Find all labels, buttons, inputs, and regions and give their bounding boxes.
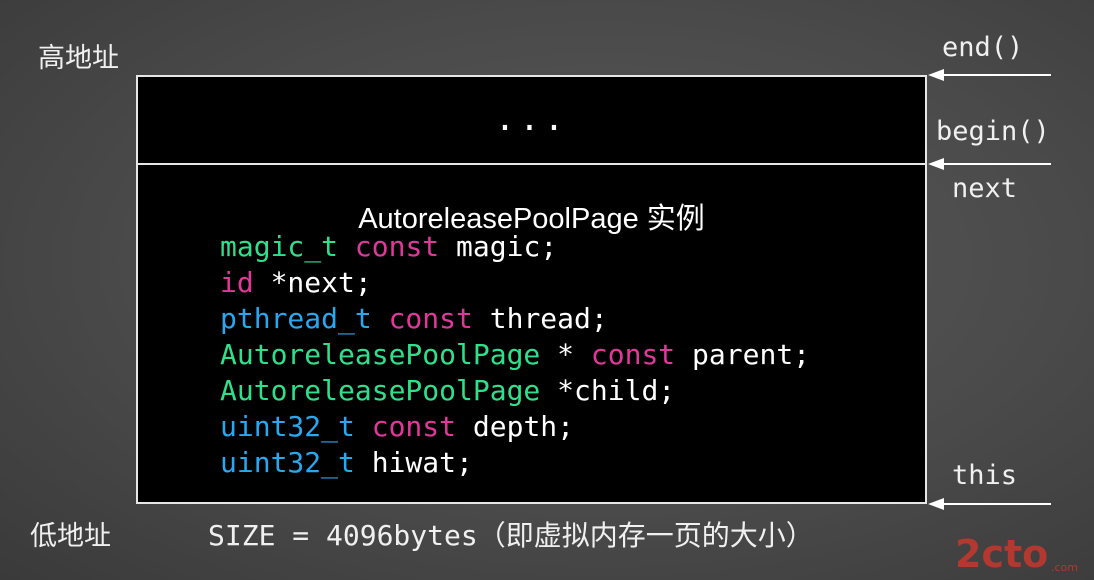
- code-token: *child;: [540, 374, 676, 407]
- end-pointer-label: end(): [942, 32, 1024, 63]
- code-token: const: [388, 302, 473, 335]
- code-line: AutoreleasePoolPage * const parent;: [220, 337, 810, 373]
- high-address-label: 高地址: [38, 43, 119, 74]
- code-line: magic_t const magic;: [220, 229, 810, 265]
- size-caption-note: （即虚拟内存一页的大小）: [477, 519, 814, 552]
- code-token: id: [220, 266, 254, 299]
- code-token: const: [354, 230, 440, 263]
- code-token: const: [371, 410, 457, 443]
- watermark-text: 2cto: [955, 533, 1048, 575]
- end-arrow-icon: [928, 69, 1051, 81]
- code-token: uint32_t: [220, 410, 355, 443]
- code-line: uint32_t hiwat;: [220, 445, 810, 481]
- code-token: AutoreleasePoolPage: [220, 338, 541, 371]
- code-token: uint32_t: [220, 446, 355, 479]
- code-token: magic_t: [220, 230, 339, 263]
- code-token: *: [540, 338, 591, 371]
- code-token: depth;: [456, 410, 575, 443]
- code-token: hiwat;: [354, 446, 473, 479]
- code-token: thread;: [472, 302, 608, 335]
- watermark-suffix: .com: [1051, 561, 1078, 574]
- autorelease-pool-page-box: ... AutoreleasePoolPage 实例 magic_t const…: [136, 75, 927, 504]
- next-pointer-label: next: [952, 173, 1018, 204]
- struct-fields-code: magic_t const magic; id *next; pthread_t c…: [220, 229, 810, 481]
- code-token: pthread_t: [220, 302, 372, 335]
- code-line: pthread_t const thread;: [220, 301, 810, 337]
- code-line: AutoreleasePoolPage *child;: [220, 373, 810, 409]
- unused-region-cell: ...: [138, 77, 925, 165]
- size-caption: SIZE = 4096bytes（即虚拟内存一页的大小）: [208, 514, 814, 554]
- watermark-logo-icon: 2cto .com: [955, 533, 1078, 575]
- ellipsis-text: ...: [494, 99, 569, 139]
- begin-pointer-label: begin(): [936, 116, 1050, 147]
- code-token: AutoreleasePoolPage: [220, 374, 541, 407]
- low-address-label: 低地址: [30, 521, 111, 552]
- code-token: magic;: [439, 230, 558, 263]
- code-token: parent;: [675, 338, 811, 371]
- code-token: const: [590, 338, 676, 371]
- code-line: uint32_t const depth;: [220, 409, 810, 445]
- code-line: id *next;: [220, 265, 810, 301]
- begin-arrow-icon: [928, 158, 1051, 170]
- this-pointer-label: this: [952, 460, 1018, 491]
- this-arrow-icon: [928, 498, 1051, 510]
- code-token: *next;: [253, 266, 372, 299]
- size-caption-value: SIZE = 4096bytes: [208, 519, 478, 552]
